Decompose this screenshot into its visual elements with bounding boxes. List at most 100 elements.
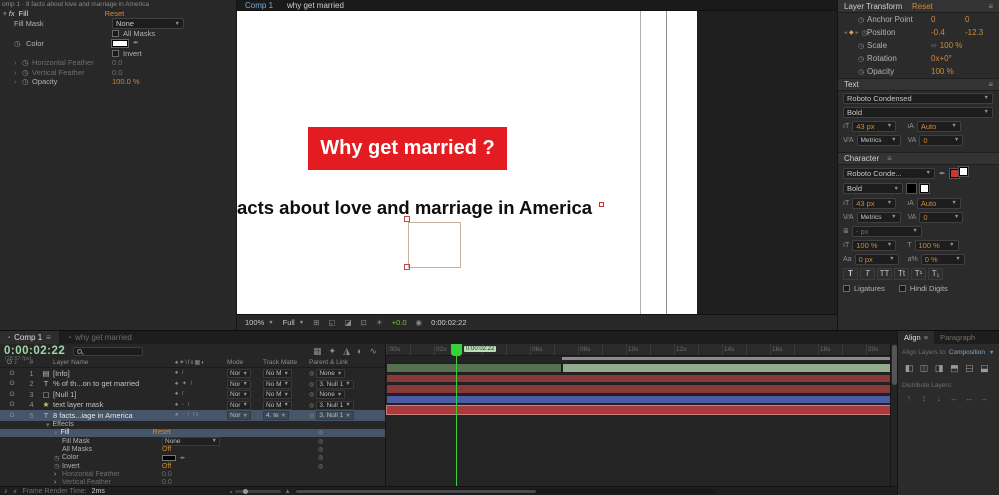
layer-row-5-selected[interactable]: ʘ 5 T 8 facts...iage in America ♠ ◦ / fx… [0, 410, 385, 421]
mode-dropdown[interactable]: Nor ▼ [227, 379, 251, 389]
color-property-row[interactable]: ◷ Color ✒ ◎ [0, 454, 385, 462]
distribute-right-button[interactable]: → [977, 392, 991, 404]
twirl-icon[interactable]: ▾ [46, 421, 50, 429]
stopwatch-icon[interactable]: ◷ [54, 454, 62, 462]
stopwatch-icon[interactable]: ◷ [14, 39, 26, 48]
mode-dropdown[interactable]: Nor ▼ [227, 390, 251, 400]
all-masks-checkbox[interactable] [112, 30, 119, 37]
panel-menu-icon[interactable]: ≡ [924, 333, 928, 342]
twirl-icon[interactable]: › [14, 68, 22, 77]
position-x-value[interactable]: -0.4 [931, 28, 965, 37]
effect-name[interactable]: Fill [19, 9, 105, 18]
parent-dropdown[interactable]: None ▼ [316, 369, 346, 379]
panel-menu-icon[interactable]: ≡ [46, 333, 51, 342]
pickwhip-icon[interactable]: ◎ [309, 392, 314, 398]
stopwatch-icon[interactable]: ◷ [855, 68, 867, 76]
swatch-white-chip[interactable] [920, 184, 929, 193]
pickwhip-icon[interactable]: ◎ [309, 403, 314, 409]
stopwatch-icon[interactable]: ◷ [855, 42, 867, 50]
parent-dropdown[interactable]: None ▼ [316, 390, 346, 400]
audio-status-icon[interactable]: ♪ [4, 488, 8, 495]
work-area-bar[interactable] [562, 357, 890, 360]
timeline-zoom-slider[interactable] [235, 488, 282, 494]
faux-bold-button[interactable]: T [843, 267, 858, 280]
viewer-tab-why-get-married[interactable]: why get married [287, 1, 344, 10]
layer-selection-handle[interactable] [599, 202, 604, 207]
graph-editor-icon[interactable]: ∿ [369, 346, 377, 357]
fill-color-chip[interactable] [958, 166, 968, 176]
eyedropper-icon[interactable]: ✒ [939, 169, 946, 178]
eye-icon[interactable]: ʘ [9, 412, 14, 419]
all-masks-property-row[interactable]: All Masks Off ◎ [0, 445, 385, 453]
ligatures-checkbox[interactable] [843, 284, 850, 292]
pickwhip-icon[interactable]: ◎ [318, 429, 323, 436]
transparency-grid-icon[interactable]: ⊞ [313, 318, 319, 327]
eye-icon[interactable]: ʘ [9, 391, 14, 398]
align-left-button[interactable]: ◧ [902, 362, 916, 374]
prev-keyframe-icon[interactable]: ◄ [843, 30, 848, 36]
horizontal-feather-property-row[interactable]: › Horizontal Feather 0.0 [0, 470, 385, 478]
character-tracking-dropdown[interactable]: 0 ▼ [919, 211, 964, 223]
layer-name-column[interactable]: Layer Name [53, 359, 175, 366]
rotation-value[interactable]: 0x+0° [931, 54, 965, 63]
stopwatch-icon[interactable]: ◷ [22, 68, 32, 77]
layer-row-1[interactable]: ʘ 1 ▤ [Info] ♠ / Nor ▼ No M ▼ ◎ None ▼ [0, 368, 385, 379]
comp-mini-flowchart-icon[interactable]: ▦ [313, 346, 322, 357]
timeline-effect-reset-button[interactable]: Reset [153, 429, 171, 436]
layer-row-2[interactable]: ʘ 2 T % of th...on to get married ♠ ✦ / … [0, 379, 385, 390]
title-banner[interactable]: Why get married ? [308, 127, 507, 170]
character-font-style-dropdown[interactable]: Bold ▼ [843, 183, 903, 194]
layer-name[interactable]: [Null 1] [53, 390, 175, 399]
superscript-button[interactable]: T¹ [911, 267, 926, 280]
panel-menu-icon[interactable]: ≡ [988, 80, 993, 89]
mask-visibility-icon[interactable]: ◪ [345, 318, 352, 327]
eye-icon[interactable]: ʘ [9, 401, 14, 408]
fill-color-swatch[interactable] [111, 38, 129, 48]
twirl-icon[interactable]: › [54, 479, 62, 486]
mask-vertex-handle[interactable] [404, 216, 410, 222]
small-caps-button[interactable]: Tt [894, 267, 909, 280]
region-of-interest-icon[interactable]: ◱ [328, 318, 335, 327]
align-to-select[interactable]: Composition [949, 349, 985, 356]
fill-mask-dropdown[interactable]: None ▼ [112, 18, 184, 30]
twirl-icon[interactable]: › [14, 77, 22, 86]
align-tab[interactable]: Align ≡ [898, 331, 935, 344]
timeline-graph-area[interactable]: :00s 02s 04s 06s 08s 10s 12s 14s 16s 18s… [385, 344, 890, 486]
align-bottom-button[interactable]: ◨ [977, 362, 991, 374]
vertical-feather-value[interactable]: 0.0 [112, 68, 122, 77]
transform-reset-button[interactable]: Reset [912, 2, 933, 11]
mask-outline[interactable] [408, 222, 461, 268]
track-matte-dropdown[interactable]: No M ▼ [263, 379, 292, 389]
zoom-slider-knob[interactable] [243, 488, 249, 494]
scale-value[interactable]: 100 % [940, 41, 974, 50]
fill-mask-property-row[interactable]: Fill Mask None ▼ ◎ [0, 436, 385, 446]
eyedropper-icon[interactable]: ✒ [133, 39, 139, 47]
layer-name[interactable]: 8 facts...iage in America [53, 411, 175, 420]
character-font-size-dropdown[interactable]: 43 px ▼ [852, 197, 897, 209]
parent-dropdown[interactable]: 3. Null 1 ▼ [316, 411, 354, 421]
layer-bar-5-selected[interactable] [386, 405, 890, 415]
effect-reset-button[interactable]: Reset [105, 9, 125, 18]
parent-dropdown[interactable]: 3. Null 1 ▼ [316, 379, 354, 389]
effects-group-row[interactable]: ▾ Effects [0, 421, 385, 429]
track-matte-dropdown[interactable]: No M ▼ [263, 369, 292, 379]
character-leading-dropdown[interactable]: Auto ▼ [916, 197, 961, 209]
eye-icon[interactable]: ʘ [9, 380, 14, 387]
mask-vertex-handle[interactable] [404, 264, 410, 270]
stopwatch-icon[interactable]: ◷ [54, 462, 62, 470]
playhead-line[interactable] [456, 344, 457, 486]
align-h-center-button[interactable]: ◫ [917, 362, 931, 374]
viewer-tab-comp1[interactable]: Comp 1 [245, 1, 273, 10]
pickwhip-icon[interactable]: ◎ [309, 382, 314, 388]
stopwatch-icon[interactable]: ◷ [22, 58, 32, 67]
pickwhip-icon[interactable]: ◎ [318, 454, 323, 461]
position-y-value[interactable]: -12.3 [965, 28, 999, 37]
tracking-dropdown[interactable]: 0 ▼ [919, 134, 964, 146]
track-matte-dropdown[interactable]: No M ▼ [263, 400, 292, 410]
parent-dropdown[interactable]: 3. Null 1 ▼ [316, 400, 354, 410]
preview-timecode[interactable]: 0:00:02:22 [431, 318, 466, 327]
character-font-family-dropdown[interactable]: Roboto Conde... ▼ [843, 167, 935, 179]
horizontal-feather-value[interactable]: 0.0 [112, 58, 122, 67]
exposure-value[interactable]: +0.0 [392, 318, 407, 327]
paragraph-tab[interactable]: Paragraph [934, 333, 981, 342]
